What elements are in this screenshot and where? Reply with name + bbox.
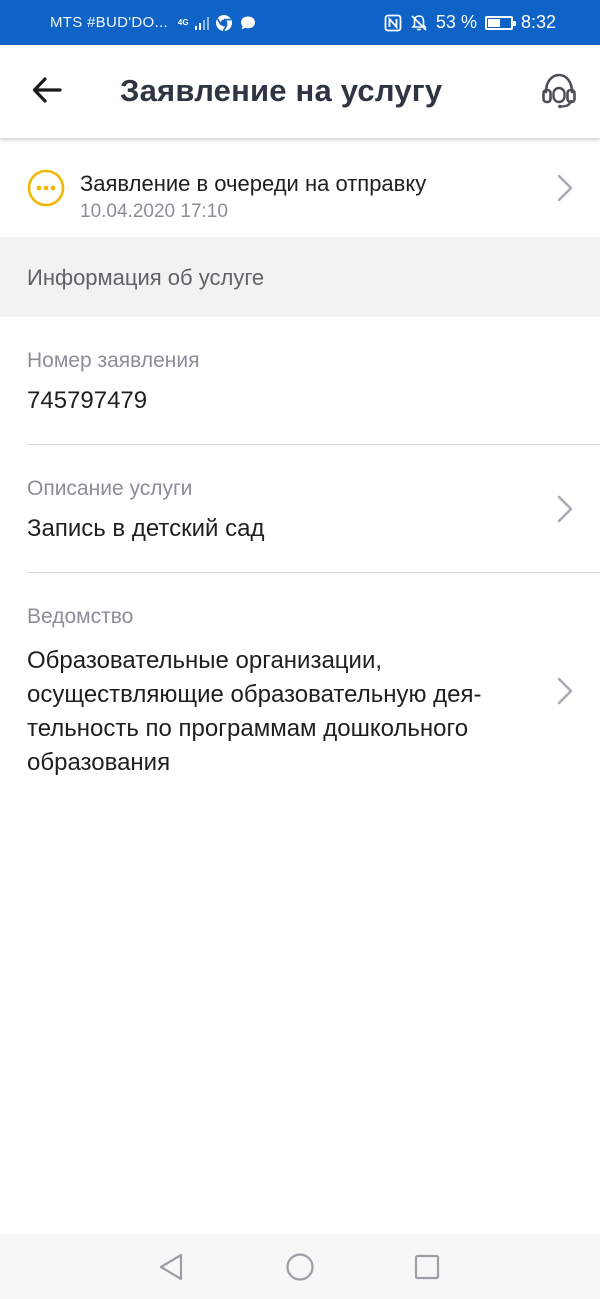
section-title: Информация об услуге bbox=[27, 265, 265, 290]
nav-recents-button[interactable] bbox=[411, 1251, 443, 1283]
chevron-right-icon bbox=[557, 174, 573, 202]
department-value-line-1: Образовательные организации, bbox=[27, 647, 383, 674]
system-navigation-bar bbox=[0, 1234, 600, 1299]
nav-home-icon bbox=[286, 1253, 314, 1281]
chrome-icon bbox=[215, 14, 232, 31]
nav-back-button[interactable] bbox=[155, 1251, 187, 1283]
application-number-label: Номер заявления bbox=[27, 349, 200, 372]
department-value-line-3: тельность по программам дошкольного bbox=[27, 715, 469, 742]
signal-icon bbox=[194, 16, 209, 30]
service-description-value: Запись в детский сад bbox=[27, 515, 265, 542]
service-description-item[interactable]: Описание услуги Запись в детский сад bbox=[0, 445, 600, 573]
status-right: 53 % 8:32 bbox=[384, 12, 556, 33]
message-icon bbox=[240, 16, 255, 29]
section-header: Информация об услуге bbox=[0, 237, 600, 317]
department-value-line-4: образования bbox=[27, 749, 171, 776]
application-number-item: Номер заявления 745797479 bbox=[0, 317, 600, 445]
department-label: Ведомство bbox=[27, 605, 134, 628]
department-item[interactable]: Ведомство Образовательные организации, о… bbox=[0, 573, 600, 793]
support-button[interactable] bbox=[536, 67, 582, 113]
bell-off-icon bbox=[411, 14, 427, 31]
nav-home-button[interactable] bbox=[284, 1251, 316, 1283]
application-number-value: 745797479 bbox=[27, 387, 148, 414]
pending-dots-icon bbox=[27, 169, 65, 207]
clock: 8:32 bbox=[520, 12, 556, 32]
application-status-row[interactable]: Заявление в очереди на отправку 10.04.20… bbox=[0, 140, 600, 237]
headset-icon bbox=[542, 73, 576, 109]
battery-icon bbox=[484, 15, 516, 30]
chevron-right-icon bbox=[557, 495, 573, 523]
department-value-line-2: осуществляющие образовательную дея- bbox=[27, 681, 482, 708]
chevron-right-icon bbox=[557, 677, 573, 705]
nav-recents-icon bbox=[414, 1254, 440, 1280]
service-description-label: Описание услуги bbox=[27, 477, 193, 500]
system-status-bar: MTS #BUD'DO... 4G 53 % 8:32 bbox=[0, 0, 600, 45]
network-type: 4G bbox=[177, 17, 189, 27]
carrier-name: MTS #BUD'DO... bbox=[50, 14, 168, 31]
nav-back-icon bbox=[159, 1253, 183, 1281]
page-title: Заявление на услугу bbox=[120, 73, 443, 108]
battery-percent: 53 % bbox=[435, 12, 477, 32]
app-bar: Заявление на услугу bbox=[0, 45, 600, 138]
battery-level-fill bbox=[487, 18, 500, 27]
status-date: 10.04.2020 17:10 bbox=[80, 201, 228, 222]
status-left: MTS #BUD'DO... 4G bbox=[50, 14, 384, 32]
arrow-left-icon bbox=[32, 77, 62, 103]
status-title: Заявление в очереди на отправку bbox=[80, 171, 427, 196]
back-button[interactable] bbox=[24, 67, 70, 113]
nfc-icon bbox=[384, 14, 402, 31]
